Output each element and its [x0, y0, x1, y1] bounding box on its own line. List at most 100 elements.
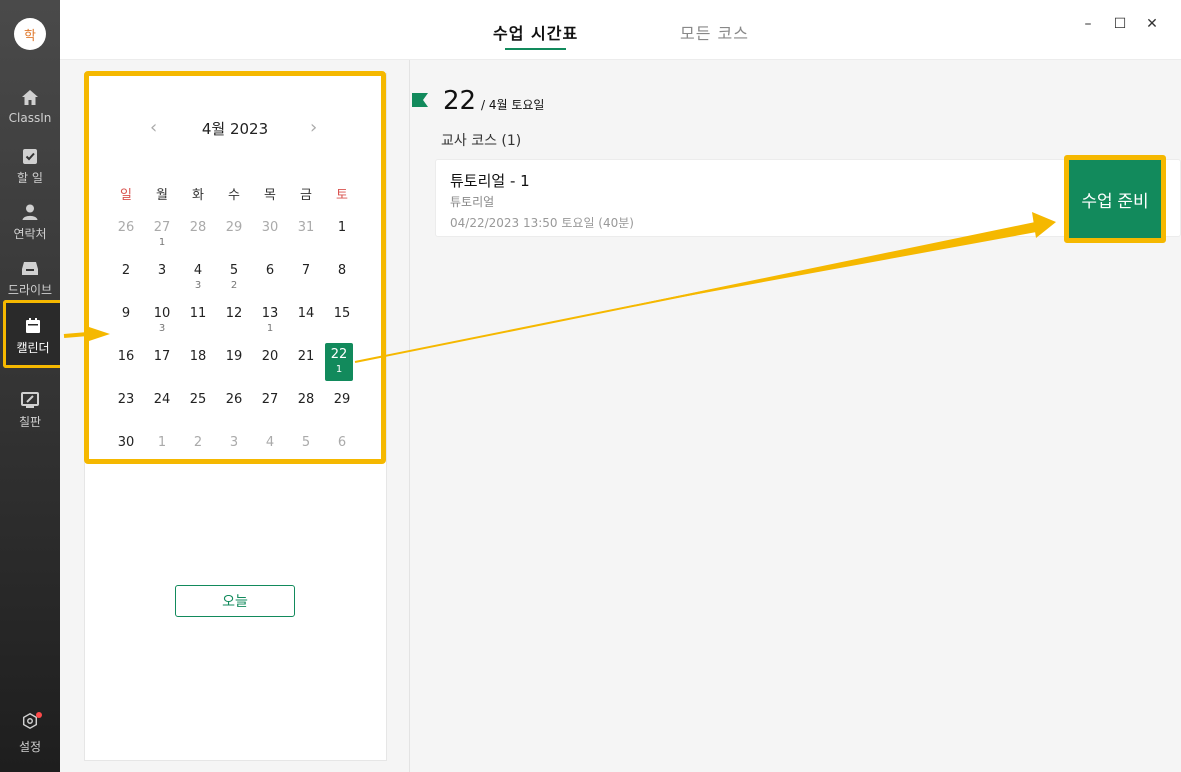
- day-number: 4: [265, 435, 275, 450]
- day-number: 19: [225, 349, 243, 364]
- calendar-day[interactable]: 26: [219, 392, 249, 407]
- calendar-day[interactable]: 14: [291, 306, 321, 321]
- checklist-icon: [23, 149, 37, 164]
- calendar-day[interactable]: 1: [327, 220, 357, 235]
- calendar-day[interactable]: 19: [219, 349, 249, 364]
- calendar-day[interactable]: 15: [327, 306, 357, 321]
- maximize-button[interactable]: ☐: [1112, 16, 1128, 32]
- selected-day: 22: [443, 86, 477, 116]
- next-month-button[interactable]: ›: [310, 117, 317, 138]
- selected-date-label: / 4월 토요일: [481, 98, 545, 112]
- calendar-day[interactable]: 25: [183, 392, 213, 407]
- calendar-day[interactable]: 26: [111, 220, 141, 235]
- sidebar-item-blackboard[interactable]: 칠판: [0, 386, 60, 442]
- calendar-day[interactable]: 30: [111, 435, 141, 450]
- calendar-day[interactable]: 1: [147, 435, 177, 450]
- day-number: 14: [297, 306, 315, 321]
- sidebar-item-todo[interactable]: 할 일: [0, 142, 60, 198]
- day-number: 6: [265, 263, 275, 278]
- day-number: 13: [261, 306, 279, 321]
- sidebar-item-label: 할 일: [17, 171, 43, 185]
- calendar-day[interactable]: 7: [291, 263, 321, 278]
- calendar-day[interactable]: 8: [327, 263, 357, 278]
- calendar-day[interactable]: 23: [111, 392, 141, 407]
- calendar-day[interactable]: 12: [219, 306, 249, 321]
- home-icon: [22, 90, 38, 105]
- calendar-day[interactable]: 29: [327, 392, 357, 407]
- calendar-day[interactable]: 13 1: [255, 306, 285, 334]
- day-number: 28: [297, 392, 315, 407]
- prev-month-button[interactable]: ‹: [150, 117, 157, 138]
- calendar-day[interactable]: 28: [183, 220, 213, 235]
- calendar-day[interactable]: 10 3: [147, 306, 177, 334]
- sidebar-item-classin[interactable]: ClassIn: [0, 84, 60, 140]
- weekday-label: 목: [264, 188, 276, 203]
- calendar-day-selected[interactable]: 22 1: [325, 343, 353, 381]
- day-number: 17: [153, 349, 171, 364]
- day-number: 21: [297, 349, 315, 364]
- sidebar-item-calendar[interactable]: 캘린더: [3, 300, 60, 368]
- tab-schedule[interactable]: 수업 시간표: [493, 20, 578, 50]
- calendar-day[interactable]: 5: [291, 435, 321, 450]
- sidebar-item-contacts[interactable]: 연락처: [0, 198, 60, 254]
- day-number: 9: [121, 306, 131, 321]
- day-course-count: 1: [158, 237, 166, 248]
- calendar-day[interactable]: 6: [327, 435, 357, 450]
- day-number: 16: [117, 349, 135, 364]
- day-course-count: 3: [194, 280, 202, 291]
- day-number: 29: [225, 220, 243, 235]
- calendar-day[interactable]: 18: [183, 349, 213, 364]
- calendar-day[interactable]: 3: [219, 435, 249, 450]
- section-title: 교사 코스 (1): [441, 133, 522, 149]
- day-number: 18: [189, 349, 207, 364]
- calendar-day[interactable]: 30: [255, 220, 285, 235]
- calendar-card: [84, 73, 387, 761]
- calendar-day[interactable]: 2: [111, 263, 141, 278]
- day-number: 20: [261, 349, 279, 364]
- avatar[interactable]: 학: [14, 18, 46, 50]
- calendar-day[interactable]: 11: [183, 306, 213, 321]
- calendar-day[interactable]: 24: [147, 392, 177, 407]
- day-number: 30: [117, 435, 135, 450]
- calendar-day[interactable]: 3: [147, 263, 177, 278]
- day-course-count: 1: [335, 364, 343, 375]
- day-number: 11: [189, 306, 207, 321]
- calendar-day[interactable]: 29: [219, 220, 249, 235]
- day-number: 3: [157, 263, 167, 278]
- calendar-day[interactable]: 21: [291, 349, 321, 364]
- day-number: 26: [117, 220, 135, 235]
- calendar-day[interactable]: 52: [219, 263, 249, 291]
- day-number: 27: [153, 220, 171, 235]
- calendar-day[interactable]: 16: [111, 349, 141, 364]
- calendar-day[interactable]: 6: [255, 263, 285, 278]
- prepare-class-button[interactable]: 수업 준비: [1069, 160, 1161, 238]
- day-number: 23: [117, 392, 135, 407]
- calendar-day[interactable]: 27: [255, 392, 285, 407]
- today-button[interactable]: 오늘: [175, 585, 295, 617]
- sidebar-item-settings[interactable]: 설정: [0, 712, 60, 755]
- weekday-label: 수: [228, 188, 240, 203]
- close-button[interactable]: ✕: [1144, 16, 1160, 32]
- day-number: 27: [261, 392, 279, 407]
- calendar-day[interactable]: 2: [183, 435, 213, 450]
- calendar-day[interactable]: 43: [183, 263, 213, 291]
- sidebar: 학 ClassIn 할 일 연락처 드라이브 캘린더 칠판 설정: [0, 0, 60, 772]
- day-course-count: 1: [266, 323, 274, 334]
- calendar-day[interactable]: 4: [255, 435, 285, 450]
- tab-all-courses[interactable]: 모든 코스: [680, 20, 749, 44]
- calendar-day[interactable]: 20: [255, 349, 285, 364]
- calendar-day[interactable]: 9: [111, 306, 141, 321]
- calendar-day[interactable]: 31: [291, 220, 321, 235]
- course-title: 튜토리얼 - 1: [450, 172, 530, 190]
- day-number: 2: [121, 263, 131, 278]
- minimize-button[interactable]: –: [1080, 16, 1096, 32]
- calendar-day[interactable]: 17: [147, 349, 177, 364]
- weekday-label: 화: [192, 188, 204, 203]
- sidebar-item-label: 캘린더: [16, 341, 50, 355]
- day-number: 10: [153, 306, 171, 321]
- blackboard-icon: [21, 392, 39, 408]
- calendar-day[interactable]: 28: [291, 392, 321, 407]
- calendar-day[interactable]: 27 1: [147, 220, 177, 248]
- day-number: 3: [229, 435, 239, 450]
- day-number: 1: [157, 435, 167, 450]
